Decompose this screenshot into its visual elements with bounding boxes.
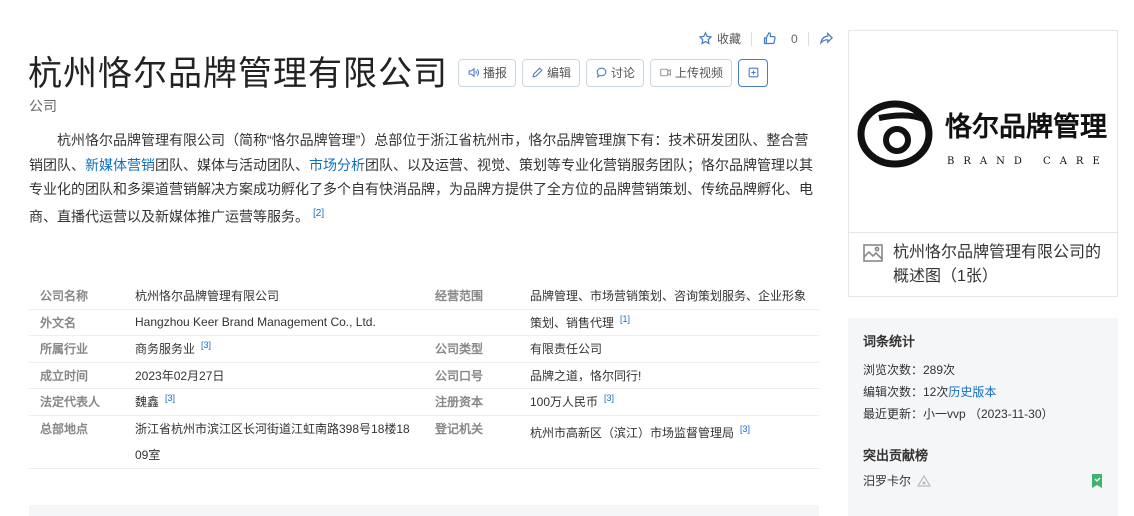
section-footer-bar	[29, 505, 819, 516]
share-icon	[819, 31, 833, 45]
page-subtitle: 公司	[29, 98, 57, 114]
link-new-media-marketing[interactable]: 新媒体营销	[85, 157, 155, 173]
info-row: 成立时间 2023年02月27日 公司口号 品牌之道，恪尔同行!	[29, 363, 819, 389]
bookmark-badge-icon[interactable]	[1091, 473, 1103, 489]
info-value: 品牌管理、市场营销策划、咨询策划服务、企业形象	[530, 289, 807, 304]
album-caption[interactable]: 杭州恪尔品牌管理有限公司的概述图（1张）	[849, 233, 1117, 297]
star-icon	[698, 31, 713, 45]
video-camera-icon	[660, 68, 671, 77]
album-card[interactable]: 恪尔品牌管理 BRAND CARE 杭州恪尔品牌管理有限公司的概述图（1张）	[848, 30, 1118, 297]
reference-link[interactable]: [3]	[604, 393, 614, 403]
info-label: 登记机关	[435, 421, 484, 436]
like-button[interactable]: 0	[762, 31, 798, 46]
info-value: 杭州市高新区（滨江）市场监督管理局 [3]	[530, 416, 819, 446]
upload-video-button[interactable]: 上传视频	[650, 58, 733, 87]
edits-text: 编辑次数：12次	[863, 385, 949, 399]
divider	[751, 31, 753, 46]
info-value: 商务服务业 [3]	[135, 340, 424, 357]
info-row: 公司名称 杭州恪尔品牌管理有限公司 经营范围 品牌管理、市场营销策划、咨询策划服务、…	[29, 283, 819, 310]
info-row: 所属行业 商务服务业 [3] 公司类型 有限责任公司	[29, 336, 819, 363]
info-value: 2023年02月27日	[135, 368, 225, 383]
plus-icon	[748, 67, 758, 78]
info-value: 杭州恪尔品牌管理有限公司	[135, 289, 280, 304]
info-value-continued: 策划、销售代理 [1]	[530, 313, 631, 330]
history-version-link[interactable]: 历史版本	[948, 385, 996, 399]
album-caption-text: 杭州恪尔品牌管理有限公司的概述图（1张）	[893, 244, 1102, 285]
info-value-text: 魏鑫	[135, 395, 160, 410]
edit-button[interactable]: 编辑	[522, 58, 581, 87]
views-count: 浏览次数：289次	[863, 363, 956, 377]
speaker-icon	[468, 67, 480, 78]
info-value: 魏鑫 [3]	[135, 393, 424, 410]
summary-text-2: 团队、媒体与活动团队、	[155, 156, 309, 173]
info-label: 总部地点	[40, 421, 89, 436]
title-row: 杭州恪尔品牌管理有限公司 播报 编辑 讨论 上传视频	[28, 46, 769, 95]
like-count: 0	[791, 31, 798, 46]
info-value: 有限责任公司	[530, 342, 603, 357]
info-value-text: 100万人民币	[530, 395, 599, 410]
last-updated: 最近更新：小一vvp （2023-11-30）	[863, 407, 1054, 421]
info-value-text: 杭州市高新区（滨江）市场监督管理局	[530, 425, 735, 440]
chat-bubble-icon	[596, 67, 607, 79]
reference-link[interactable]: [3]	[165, 393, 175, 403]
add-button[interactable]	[738, 58, 769, 87]
divider	[807, 31, 809, 46]
collect-label: 收藏	[717, 32, 742, 46]
reference-link[interactable]: [1]	[620, 314, 630, 324]
contributor-name: 汨罗卡尔	[863, 474, 912, 488]
basic-info-table: 公司名称 杭州恪尔品牌管理有限公司 经营范围 品牌管理、市场营销策划、咨询策划服务、…	[29, 283, 819, 469]
title-buttons: 播报 编辑 讨论 上传视频	[458, 58, 769, 87]
link-market-analysis[interactable]: 市场分析	[309, 157, 365, 173]
info-value: 100万人民币 [3]	[530, 393, 819, 410]
info-label: 成立时间	[40, 368, 89, 383]
info-value: Hangzhou Keer Brand Management Co., Ltd.	[135, 315, 376, 330]
contributor[interactable]: 汨罗卡尔	[863, 472, 932, 489]
edit-label: 编辑	[547, 66, 572, 80]
company-logo-image[interactable]: 恪尔品牌管理 BRAND CARE	[849, 31, 1117, 233]
contributor-row[interactable]: 汨罗卡尔	[863, 472, 1103, 489]
top-actions: 收藏 0 0	[698, 30, 854, 47]
broadcast-label: 播报	[483, 66, 508, 80]
reference-link[interactable]: [2]	[313, 208, 324, 219]
thumbs-up-icon	[763, 32, 776, 45]
stats-title: 词条统计	[863, 334, 916, 349]
collect-button[interactable]: 收藏	[698, 30, 741, 47]
info-label: 法定代表人	[40, 395, 101, 410]
image-gallery-icon	[863, 244, 883, 262]
pencil-icon	[532, 67, 543, 78]
info-row: 法定代表人 魏鑫 [3] 注册资本 100万人民币 [3]	[29, 389, 819, 416]
broadcast-button[interactable]: 播报	[458, 58, 517, 87]
discuss-label: 讨论	[611, 66, 636, 80]
info-label: 注册资本	[435, 395, 484, 410]
info-row: 总部地点 浙江省杭州市滨江区长河街道江虹南路398号18楼1809室 登记机关 杭州…	[29, 416, 819, 469]
level-badge-icon	[917, 474, 932, 487]
upload-video-label: 上传视频	[675, 66, 724, 80]
edits-count: 编辑次数：12次历史版本	[863, 381, 1103, 403]
info-value-text: 商务服务业	[135, 342, 196, 357]
summary-paragraph: 杭州恪尔品牌管理有限公司（简称“恪尔品牌管理”）总部位于浙江省杭州市，恪尔品牌管…	[29, 128, 819, 229]
info-row: 外文名 Hangzhou Keer Brand Management Co., L…	[29, 310, 819, 336]
info-label: 经营范围	[435, 289, 484, 304]
brand-logo: 恪尔品牌管理 BRAND CARE	[857, 100, 1109, 167]
reference-link[interactable]: [3]	[201, 340, 211, 350]
entry-statistics: 词条统计 浏览次数：289次 编辑次数：12次历史版本 最近更新：小一vvp （…	[848, 318, 1118, 516]
logo-cn-text: 恪尔品牌管理	[945, 111, 1107, 143]
reference-link[interactable]: [3]	[740, 424, 750, 434]
info-label: 公司名称	[40, 289, 89, 304]
info-label: 公司口号	[435, 368, 484, 383]
top-contributors-title: 突出贡献榜	[863, 448, 929, 463]
info-value: 品牌之道，恪尔同行!	[530, 368, 642, 383]
info-label: 所属行业	[40, 342, 89, 357]
info-label: 外文名	[40, 315, 77, 330]
page-title: 杭州恪尔品牌管理有限公司	[28, 54, 448, 94]
logo-en-text: BRAND CARE	[947, 156, 1109, 167]
info-label: 公司类型	[435, 342, 484, 357]
info-value: 浙江省杭州市滨江区长河街道江虹南路398号18楼1809室	[135, 421, 410, 462]
discuss-button[interactable]: 讨论	[586, 58, 645, 87]
